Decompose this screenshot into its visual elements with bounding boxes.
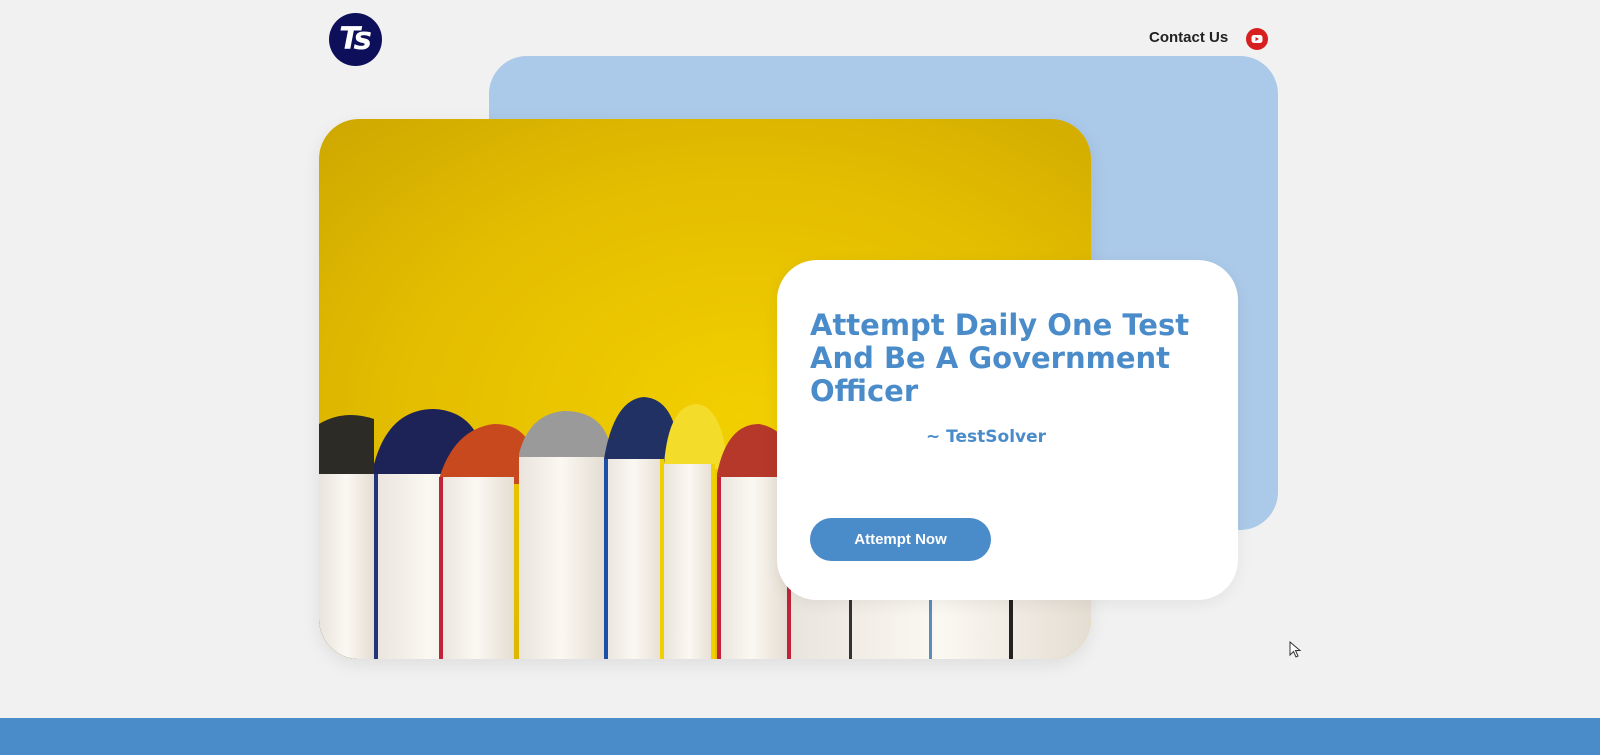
youtube-glyph (1251, 35, 1263, 43)
attempt-now-button[interactable]: Attempt Now (810, 518, 991, 561)
logo[interactable]: Ts (329, 13, 382, 66)
youtube-icon[interactable] (1246, 28, 1268, 50)
hero-card: Attempt Daily One Test And Be A Governme… (777, 260, 1238, 600)
logo-text: Ts (339, 21, 372, 57)
footer-bar (0, 718, 1600, 755)
contact-us-link[interactable]: Contact Us (1149, 29, 1228, 46)
hero-title: Attempt Daily One Test And Be A Governme… (810, 308, 1190, 408)
mouse-cursor-icon (1289, 640, 1303, 664)
hero-author: ~ TestSolver (926, 427, 1047, 447)
